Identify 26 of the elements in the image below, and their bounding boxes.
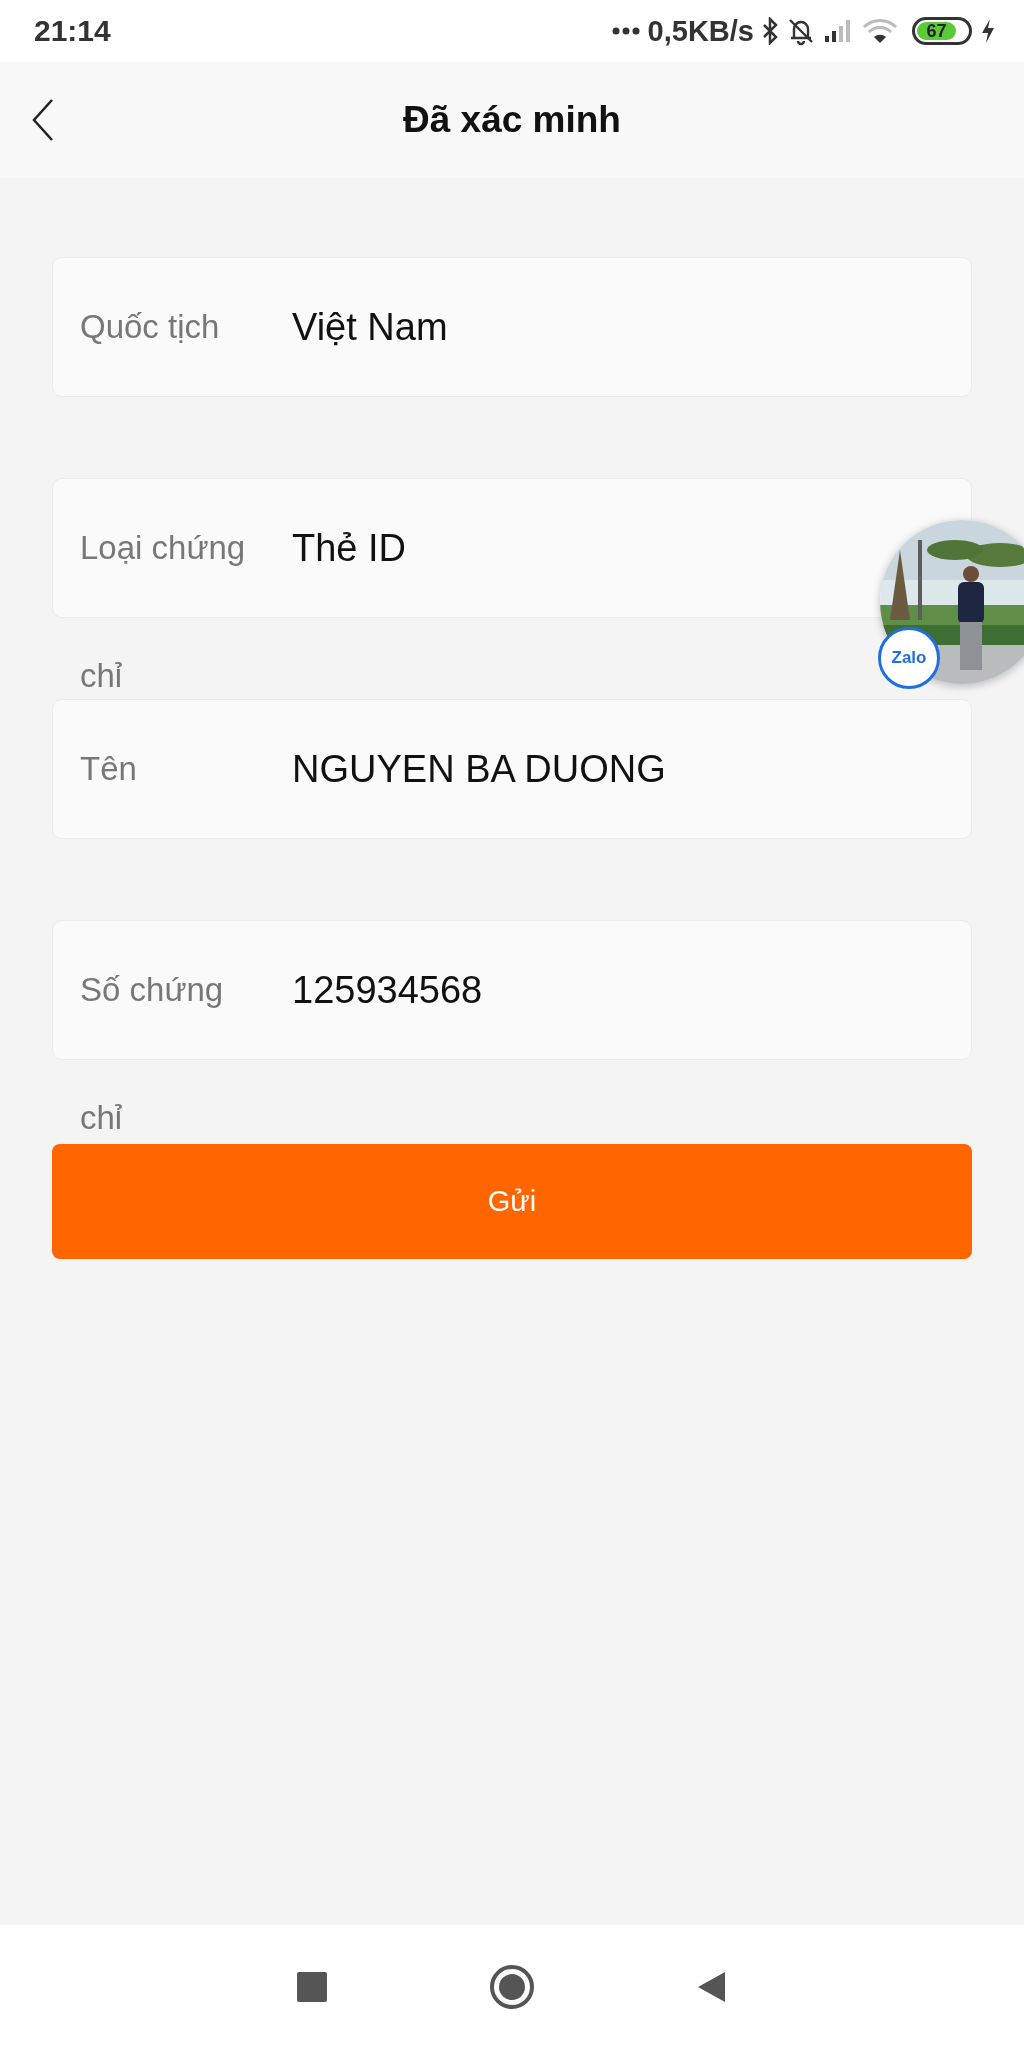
field-label: Số chứng xyxy=(80,971,225,1009)
field-value: Việt Nam xyxy=(292,305,448,349)
field-label: Tên xyxy=(80,750,138,788)
field-label: chỉ xyxy=(80,656,123,696)
field-value: NGUYEN BA DUONG xyxy=(292,747,666,791)
clock-time: 21:14 xyxy=(34,14,111,48)
more-dots-icon xyxy=(611,26,640,36)
form-field[interactable]: Tên NGUYEN BA DUONG xyxy=(52,699,972,839)
home-icon[interactable] xyxy=(489,1963,535,2010)
bluetooth-icon xyxy=(762,17,778,45)
field-value: Thẻ ID xyxy=(292,526,407,570)
network-speed: 0,5KB/s xyxy=(647,14,754,48)
wifi-icon xyxy=(862,18,898,44)
form-field[interactable]: Quốc tịch Việt Nam xyxy=(52,257,972,397)
field-label: Loại chứng xyxy=(80,529,247,567)
battery-level: 67 xyxy=(917,22,956,40)
form-field[interactable]: Loại chứng Thẻ ID xyxy=(52,478,972,618)
field-label: Quốc tịch xyxy=(80,308,221,346)
charging-icon xyxy=(980,17,996,45)
field-value: 125934568 xyxy=(292,968,483,1012)
form-field[interactable]: Số chứng 125934568 xyxy=(52,920,972,1060)
app-logo-text: Zalo xyxy=(891,648,927,668)
recents-icon[interactable] xyxy=(295,1969,329,2004)
field-label: chỉ xyxy=(80,1098,123,1138)
page-title: Đã xác minh xyxy=(403,99,621,141)
back-icon[interactable] xyxy=(30,98,56,142)
